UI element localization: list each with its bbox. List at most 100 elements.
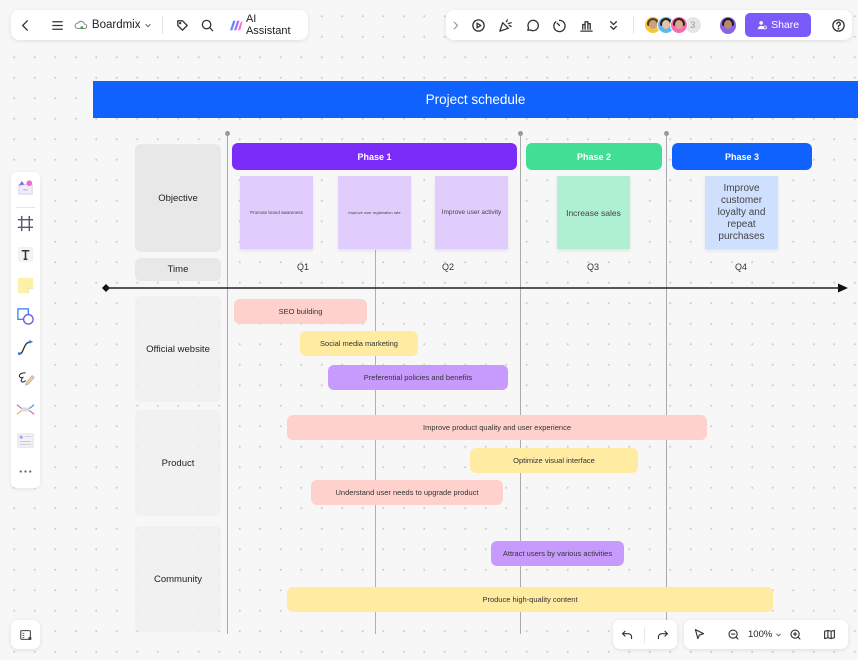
timeline-axis[interactable]	[100, 282, 852, 294]
task-bar[interactable]: Preferential policies and benefits	[328, 365, 508, 390]
avatar[interactable]	[669, 16, 688, 34]
help-icon	[832, 18, 845, 32]
shape-tool[interactable]	[16, 307, 35, 326]
chevron-left-icon	[22, 19, 29, 31]
celebrate-icon	[499, 18, 512, 32]
sticky-note-tool[interactable]	[16, 276, 35, 295]
left-toolbar	[11, 172, 40, 488]
cursor-icon	[694, 629, 704, 640]
search-button[interactable]	[195, 11, 220, 39]
templates-tool[interactable]	[16, 178, 35, 197]
quarter-label: Q3	[586, 262, 599, 272]
row-label-objective[interactable]: Objective	[135, 144, 221, 252]
task-bar[interactable]: Social media marketing	[300, 331, 418, 356]
templates-icon	[18, 180, 33, 195]
divider	[162, 16, 164, 34]
chevron-right-icon	[453, 21, 459, 29]
objective-sticky-note[interactable]: Increase sales	[557, 176, 630, 249]
phase-3-header[interactable]: Phase 3	[672, 143, 812, 170]
divider	[632, 16, 634, 34]
ai-assistant-button[interactable]: AI Assistant	[230, 13, 308, 37]
board-name-dropdown[interactable]: Boardmix	[70, 18, 157, 32]
mind-map-icon	[16, 404, 35, 415]
minimap-button[interactable]	[818, 624, 840, 646]
help-button[interactable]	[825, 11, 852, 39]
more-tools-button[interactable]	[16, 462, 35, 481]
current-user-avatar[interactable]	[718, 15, 738, 35]
tag-icon	[176, 19, 188, 31]
present-button[interactable]	[465, 11, 492, 39]
undo-button[interactable]	[616, 624, 638, 646]
pen-icon	[18, 372, 35, 386]
present-icon	[472, 18, 485, 32]
select-tool-button[interactable]	[688, 624, 710, 646]
text-icon	[17, 246, 34, 263]
phase-1-header[interactable]: Phase 1	[232, 143, 517, 170]
objective-sticky-note[interactable]: Improve user registration rate	[338, 176, 411, 249]
outline-button[interactable]	[11, 620, 40, 649]
cloud-icon	[74, 20, 88, 30]
chevron-down-icon	[145, 23, 152, 28]
shape-icon	[17, 308, 34, 325]
add-user-icon	[757, 21, 767, 30]
task-bar[interactable]: Optimize visual interface	[470, 448, 638, 473]
task-bar[interactable]: Produce high-quality content	[287, 587, 773, 612]
tag-button[interactable]	[169, 11, 194, 39]
collaborators[interactable]: 3	[643, 16, 701, 34]
task-bar[interactable]: Understand user needs to upgrade product	[311, 480, 503, 505]
search-icon	[201, 19, 214, 31]
objective-sticky-note[interactable]: Promote brand awareness	[240, 176, 313, 249]
redo-button[interactable]	[652, 624, 674, 646]
zoom-level: 100%	[748, 629, 773, 640]
vote-button[interactable]	[573, 11, 600, 39]
row-label-community[interactable]: Community	[135, 526, 221, 632]
back-button[interactable]	[13, 11, 38, 39]
quarter-label: Q4	[734, 262, 747, 272]
zoom-in-button[interactable]	[784, 624, 806, 646]
undo-icon	[621, 630, 632, 640]
zoom-in-icon	[790, 629, 801, 640]
row-label-product[interactable]: Product	[135, 410, 221, 516]
mind-map-tool[interactable]	[16, 400, 35, 419]
board-title[interactable]: Project schedule	[93, 81, 858, 118]
view-toolbar: 100%	[684, 620, 848, 649]
hamburger-icon	[51, 20, 63, 30]
divider	[16, 207, 35, 208]
line-handle[interactable]	[225, 131, 230, 136]
phase-2-header[interactable]: Phase 2	[526, 143, 662, 170]
line-handle[interactable]	[664, 131, 669, 136]
share-button[interactable]: Share	[745, 13, 812, 37]
ai-assistant-label: AI Assistant	[245, 13, 291, 37]
table-icon	[17, 433, 34, 448]
more-icon	[609, 20, 617, 30]
more-tools-button[interactable]	[600, 11, 627, 39]
main-menu-button[interactable]	[44, 11, 69, 39]
task-bar[interactable]: Improve product quality and user experie…	[287, 415, 707, 440]
collapse-toolbar-button[interactable]	[446, 11, 465, 39]
task-bar[interactable]: Attract users by various activities	[491, 541, 624, 566]
connector-tool[interactable]	[16, 338, 35, 357]
objective-sticky-note[interactable]: Improve user activity	[435, 176, 508, 249]
frame-tool[interactable]	[16, 214, 35, 233]
row-label-official-website[interactable]: Official website	[135, 296, 221, 402]
zoom-out-button[interactable]	[722, 624, 744, 646]
chevron-down-icon	[776, 633, 782, 637]
line-handle[interactable]	[518, 131, 523, 136]
divider	[644, 626, 646, 643]
table-template-tool[interactable]	[16, 431, 35, 450]
pen-tool[interactable]	[16, 369, 35, 388]
quarter-divider-line	[375, 250, 376, 634]
vote-icon	[580, 20, 593, 32]
row-label-time[interactable]: Time	[135, 258, 221, 281]
history-toolbar	[613, 620, 677, 649]
text-tool[interactable]	[16, 245, 35, 264]
timer-button[interactable]	[546, 11, 573, 39]
task-bar[interactable]: SEO building	[234, 299, 367, 324]
timeline-arrowhead	[838, 283, 848, 293]
app-name: Boardmix	[91, 19, 141, 31]
celebrate-button[interactable]	[492, 11, 519, 39]
zoom-level-dropdown[interactable]: 100%	[748, 629, 782, 640]
redo-icon	[658, 630, 669, 640]
objective-sticky-note[interactable]: Improve customer loyalty and repeat purc…	[705, 176, 778, 249]
comment-button[interactable]	[519, 11, 546, 39]
